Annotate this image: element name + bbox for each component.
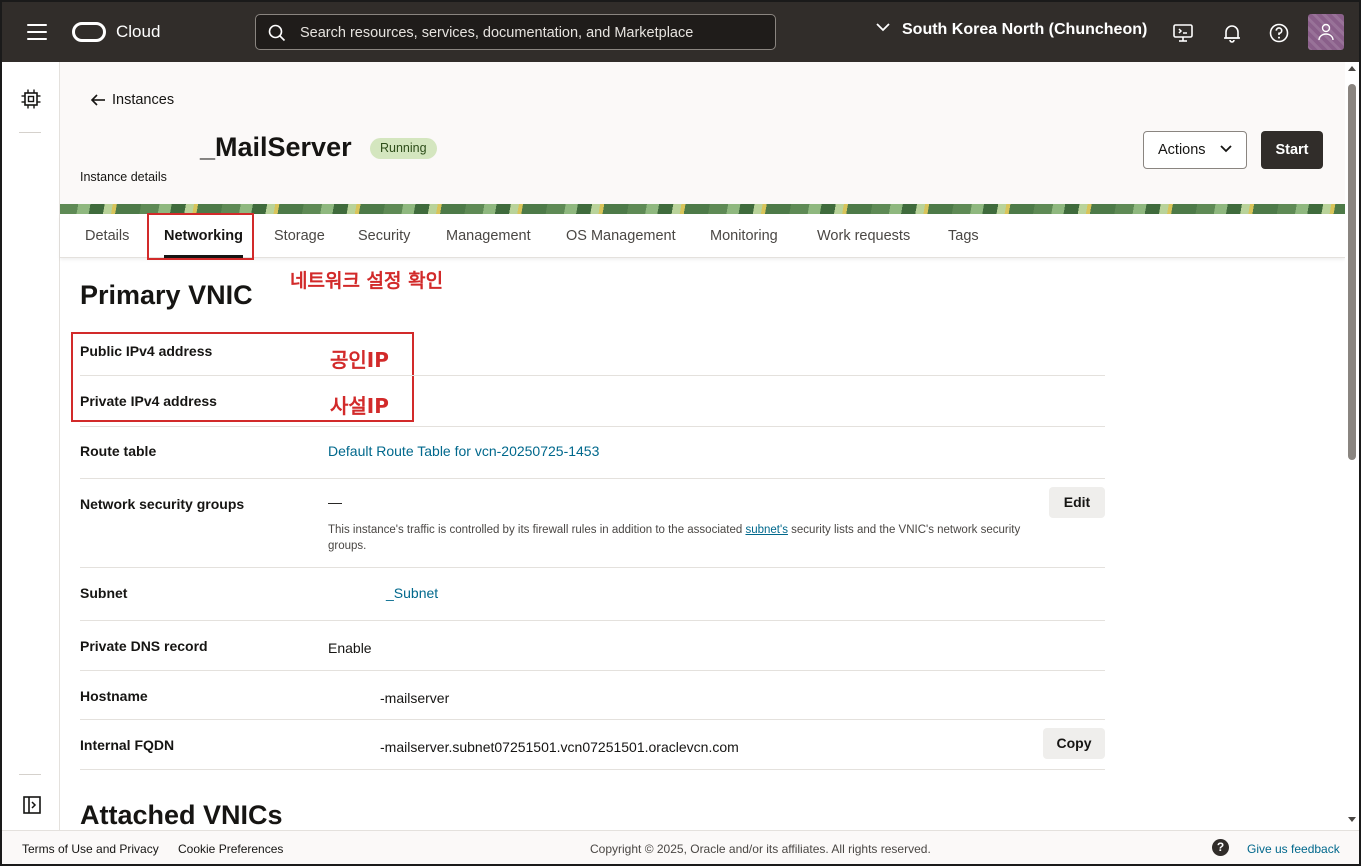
nsg-note-text: This instance's traffic is controlled by… [328, 524, 746, 536]
rail-divider [19, 774, 41, 775]
expand-panel-icon[interactable] [23, 796, 41, 814]
left-rail [2, 62, 60, 830]
public-ip-label: Public IPv4 address [80, 343, 213, 359]
cloud-shell-icon[interactable] [1172, 22, 1194, 44]
annotation-network-check: 네트워크 설정 확인 [290, 270, 444, 292]
start-button[interactable]: Start [1261, 131, 1323, 169]
actions-button[interactable]: Actions [1143, 131, 1247, 169]
row-divider [80, 670, 1105, 671]
compute-chip-icon[interactable] [21, 89, 41, 109]
region-label: South Korea North (Chuncheon) [902, 21, 1148, 38]
row-divider [80, 375, 1105, 376]
feedback-link[interactable]: Give us feedback [1247, 842, 1340, 856]
region-selector[interactable]: South Korea North (Chuncheon) [876, 21, 1147, 39]
tab-security[interactable]: Security [358, 228, 410, 244]
chevron-down-icon [876, 23, 890, 32]
annotation-private-ip: 사설IP [330, 394, 389, 418]
copy-fqdn-button[interactable]: Copy [1043, 728, 1105, 759]
menu-icon[interactable] [27, 24, 47, 40]
help-icon[interactable] [1268, 22, 1290, 44]
annotation-highlight-networking [147, 213, 254, 260]
rail-divider [19, 132, 41, 133]
arrow-left-icon [90, 94, 105, 106]
back-label: Instances [112, 92, 175, 108]
avatar[interactable] [1308, 14, 1344, 50]
brand-name[interactable]: Cloud [116, 22, 160, 42]
scroll-down-icon[interactable] [1348, 817, 1356, 822]
private-ip-label: Private IPv4 address [80, 393, 217, 409]
hostname-value: -mailserver [380, 690, 450, 706]
search-input[interactable]: Search resources, services, documentatio… [255, 14, 776, 50]
tab-management[interactable]: Management [446, 228, 531, 244]
top-bar: Cloud Search resources, services, docume… [2, 2, 1359, 62]
annotation-public-ip: 공인IP [330, 348, 389, 372]
user-icon [1318, 23, 1334, 41]
tab-storage[interactable]: Storage [274, 228, 325, 244]
row-divider [80, 620, 1105, 621]
scrollbar-thumb[interactable] [1348, 84, 1356, 460]
tab-tags[interactable]: Tags [948, 228, 979, 244]
route-table-link[interactable]: Default Route Table for vcn-20250725-145… [328, 443, 599, 459]
scrollbar[interactable] [1345, 62, 1359, 830]
oracle-logo-icon[interactable] [72, 22, 106, 42]
scroll-up-icon[interactable] [1348, 66, 1356, 71]
search-icon [268, 24, 286, 42]
subnet-label: Subnet [80, 585, 128, 601]
subnet-link[interactable]: subnet's [745, 524, 787, 536]
footer: Terms of Use and Privacy Cookie Preferen… [2, 830, 1359, 864]
bell-icon[interactable] [1221, 22, 1243, 44]
tab-work-requests[interactable]: Work requests [817, 228, 910, 244]
section-title-attached-vnics: Attached VNICs [80, 800, 283, 830]
tab-os-management[interactable]: OS Management [566, 228, 676, 244]
hostname-label: Hostname [80, 688, 148, 704]
fqdn-value: -mailserver.subnet07251501.vcn07251501.o… [380, 739, 739, 755]
fqdn-label: Internal FQDN [80, 737, 175, 753]
section-title-primary-vnic: Primary VNIC [80, 280, 253, 310]
cookie-preferences-link[interactable]: Cookie Preferences [178, 842, 283, 856]
tab-monitoring[interactable]: Monitoring [710, 228, 778, 244]
terms-link[interactable]: Terms of Use and Privacy [22, 842, 159, 856]
help-icon[interactable]: ? [1212, 839, 1229, 856]
row-divider [80, 478, 1105, 479]
page-title: _MailServer [200, 132, 352, 162]
search-placeholder: Search resources, services, documentatio… [300, 25, 694, 41]
route-table-label: Route table [80, 443, 157, 459]
copyright-text: Copyright © 2025, Oracle and/or its affi… [590, 842, 931, 856]
dns-label: Private DNS record [80, 638, 208, 654]
row-divider [80, 426, 1105, 427]
dns-value: Enable [328, 640, 372, 656]
nsg-label: Network security groups [80, 496, 245, 512]
row-divider [80, 719, 1105, 720]
row-divider [80, 769, 1105, 770]
page-subtitle: Instance details [80, 170, 167, 184]
nsg-note: This instance's traffic is controlled by… [328, 522, 1028, 554]
actions-label: Actions [1158, 142, 1206, 158]
nsg-value: — [328, 494, 342, 510]
status-badge: Running [370, 138, 437, 159]
back-link[interactable]: Instances [90, 92, 174, 108]
nsg-edit-button[interactable]: Edit [1049, 487, 1105, 518]
row-divider [80, 567, 1105, 568]
tab-details[interactable]: Details [85, 228, 129, 244]
chevron-down-icon [1220, 145, 1232, 153]
subnet-link[interactable]: _Subnet [386, 585, 438, 601]
